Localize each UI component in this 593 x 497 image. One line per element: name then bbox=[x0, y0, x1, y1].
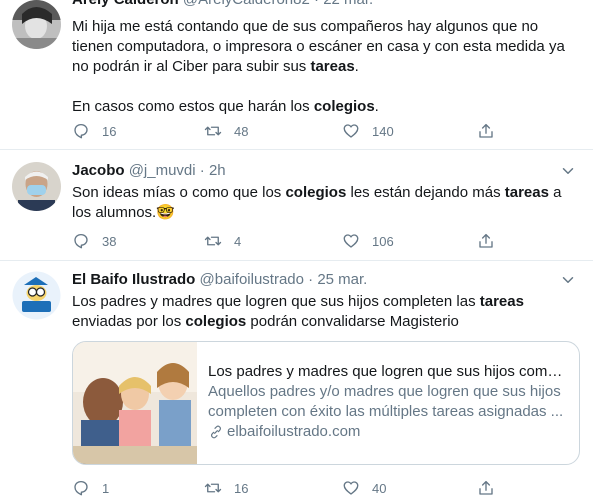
reply-icon bbox=[74, 123, 88, 139]
retweet-count: 48 bbox=[234, 123, 249, 139]
author-name[interactable]: Jacobo bbox=[72, 162, 125, 179]
card-description: Aquellos padres y/o madres que logren qu… bbox=[208, 383, 564, 420]
text-segment: . bbox=[374, 98, 379, 115]
highlight-colegios: colegios bbox=[313, 98, 375, 115]
tweet-text: Son ideas mías o como que los colegios l… bbox=[72, 183, 572, 223]
text-segment: . bbox=[354, 58, 359, 75]
tweet-header: El Baifo Ilustrado @baifoilustrado · 25 … bbox=[72, 270, 367, 290]
more-options-button[interactable] bbox=[559, 162, 577, 180]
author-handle[interactable]: @j_muvdi bbox=[129, 162, 196, 179]
timestamp[interactable]: 25 mar. bbox=[317, 271, 367, 288]
card-domain: elbaifoilustrado.com bbox=[208, 422, 568, 442]
share-icon bbox=[479, 480, 493, 495]
tweet[interactable]: Arely Calderon @ArelyCalderon82 · 22 mar… bbox=[0, 0, 593, 150]
reply-icon bbox=[74, 233, 88, 249]
card-image bbox=[73, 342, 197, 464]
chevron-down-icon bbox=[562, 168, 574, 174]
share-icon bbox=[479, 233, 493, 248]
text-segment: enviadas por los bbox=[72, 313, 186, 330]
timestamp[interactable]: 2h bbox=[209, 162, 226, 179]
text-segment: les están dejando más bbox=[346, 184, 505, 201]
retweet-button[interactable]: 48 bbox=[204, 121, 248, 141]
retweet-button[interactable]: 16 bbox=[204, 478, 248, 497]
text-segment: Son ideas mías o como que los bbox=[72, 184, 286, 201]
card-text: Los padres y madres que logren que sus h… bbox=[208, 362, 568, 442]
link-card[interactable]: Los padres y madres que logren que sus h… bbox=[72, 341, 580, 465]
share-button[interactable] bbox=[477, 121, 507, 141]
more-options-button[interactable] bbox=[559, 271, 577, 289]
tweet[interactable]: Jacobo @j_muvdi · 2h Son ideas mías o co… bbox=[0, 150, 593, 261]
highlight-tareas: tareas bbox=[479, 293, 524, 310]
text-segment: En casos como estos que harán los bbox=[72, 98, 314, 115]
link-icon bbox=[210, 425, 222, 439]
highlight-tareas: tareas bbox=[310, 58, 355, 75]
reply-button[interactable]: 16 bbox=[72, 121, 116, 141]
share-button[interactable] bbox=[477, 478, 507, 497]
retweet-icon bbox=[204, 236, 222, 246]
separator: · bbox=[303, 271, 318, 288]
like-count: 106 bbox=[372, 233, 394, 249]
retweet-button[interactable]: 4 bbox=[204, 231, 241, 251]
retweet-icon bbox=[204, 126, 222, 136]
avatar[interactable] bbox=[12, 162, 61, 211]
retweet-icon bbox=[204, 483, 222, 493]
like-icon bbox=[343, 124, 359, 138]
card-domain-text: elbaifoilustrado.com bbox=[227, 423, 361, 440]
tweet-header: Arely Calderon @ArelyCalderon82 · 22 mar… bbox=[72, 0, 373, 10]
tweet-text: Los padres y madres que logren que sus h… bbox=[72, 292, 572, 332]
author-name[interactable]: El Baifo Ilustrado bbox=[72, 271, 195, 288]
retweet-count: 16 bbox=[234, 480, 249, 496]
tweet-header: Jacobo @j_muvdi · 2h bbox=[72, 161, 226, 181]
highlight-colegios: colegios bbox=[285, 184, 347, 201]
separator: · bbox=[195, 162, 209, 179]
timestamp[interactable]: 22 mar. bbox=[323, 0, 373, 8]
like-count: 140 bbox=[372, 123, 394, 139]
text-segment: podrán convalidarse Magisterio bbox=[246, 313, 459, 330]
like-icon bbox=[343, 481, 359, 495]
tweet-actions: 38 4 106 bbox=[72, 231, 502, 251]
chevron-down-icon bbox=[562, 277, 574, 283]
reply-count: 1 bbox=[102, 480, 110, 496]
like-icon bbox=[343, 234, 359, 248]
text-segment: Los padres y madres que logren que sus h… bbox=[72, 293, 480, 310]
nerd-face-emoji: 🤓 bbox=[156, 204, 175, 221]
retweet-count: 4 bbox=[234, 233, 242, 249]
tweet-actions: 16 48 140 bbox=[72, 121, 502, 141]
author-handle[interactable]: @baifoilustrado bbox=[200, 271, 304, 288]
author-name[interactable]: Arely Calderon bbox=[72, 0, 179, 8]
like-button[interactable]: 140 bbox=[342, 121, 394, 141]
tweet[interactable]: El Baifo Ilustrado @baifoilustrado · 25 … bbox=[0, 261, 593, 497]
tweet-actions: 1 16 40 bbox=[72, 478, 502, 497]
avatar[interactable] bbox=[12, 0, 61, 49]
highlight-colegios: colegios bbox=[185, 313, 247, 330]
like-count: 40 bbox=[372, 480, 387, 496]
like-button[interactable]: 40 bbox=[342, 478, 386, 497]
avatar[interactable] bbox=[12, 271, 61, 320]
share-icon bbox=[479, 123, 493, 138]
reply-count: 16 bbox=[102, 123, 117, 139]
tweet-text: Mi hija me está contando que de sus comp… bbox=[72, 17, 572, 117]
reply-count: 38 bbox=[102, 233, 117, 249]
reply-icon bbox=[74, 480, 88, 496]
author-handle[interactable]: @ArelyCalderon82 bbox=[183, 0, 310, 8]
like-button[interactable]: 106 bbox=[342, 231, 394, 251]
share-button[interactable] bbox=[477, 231, 507, 251]
reply-button[interactable]: 38 bbox=[72, 231, 116, 251]
reply-button[interactable]: 1 bbox=[72, 478, 109, 497]
highlight-tareas: tareas bbox=[504, 184, 549, 201]
card-title: Los padres y madres que logren que sus h… bbox=[208, 363, 568, 380]
separator: · bbox=[310, 0, 323, 8]
